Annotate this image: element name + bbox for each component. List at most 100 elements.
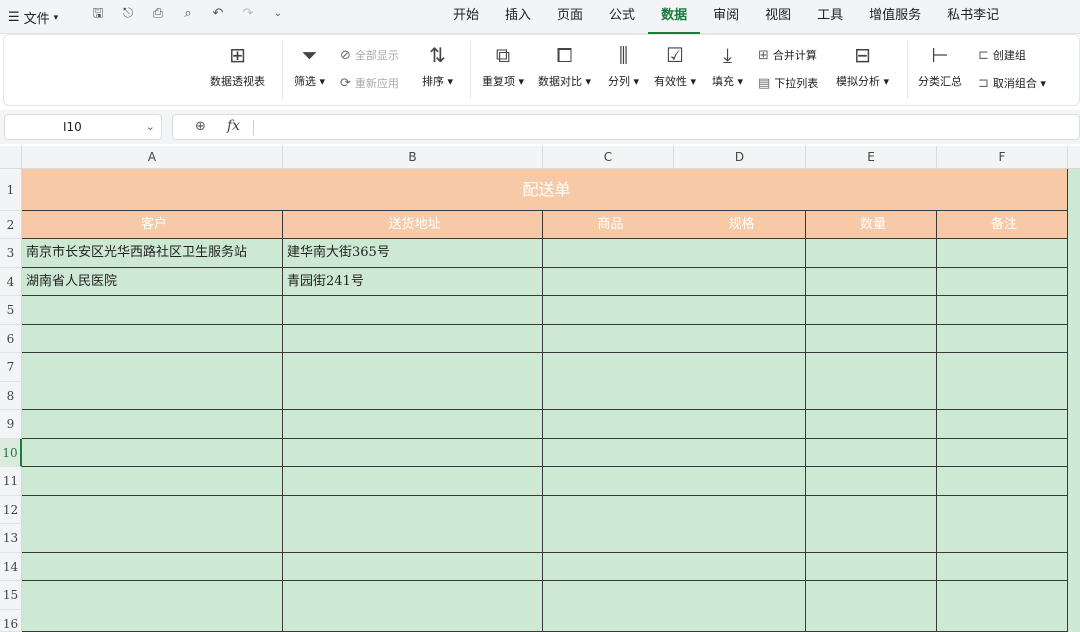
name-box[interactable]: I10 ⌄ (4, 114, 162, 140)
tab-page[interactable]: 页面 (544, 0, 596, 34)
cell-note[interactable] (937, 353, 1068, 410)
cell-product[interactable] (543, 439, 806, 467)
column-header-f[interactable]: F (937, 146, 1068, 169)
cell-address[interactable] (283, 467, 543, 496)
cell-customer[interactable] (22, 467, 283, 496)
cell-qty[interactable] (806, 439, 937, 467)
more-icon[interactable]: ⌄ (270, 6, 286, 22)
column-header-d[interactable]: D (674, 146, 806, 169)
column-header-b[interactable]: B (283, 146, 543, 169)
cell-address[interactable]: 青园街241号 (283, 268, 543, 296)
pivot-table-button[interactable]: ⊞ 数据透视表 (210, 43, 265, 89)
cell-product[interactable] (543, 410, 806, 439)
cell-note[interactable] (937, 239, 1068, 268)
file-menu[interactable]: ☰ 文件 ▾ (8, 8, 58, 27)
cell-product[interactable] (543, 553, 806, 581)
column-header-g[interactable] (1068, 146, 1080, 169)
cell-qty[interactable] (806, 239, 937, 268)
tab-view[interactable]: 视图 (752, 0, 804, 34)
cell-product[interactable] (543, 581, 806, 632)
row-header-13[interactable]: 13 (0, 524, 22, 553)
cell-address[interactable] (283, 353, 543, 410)
subtotal-button[interactable]: ⊢ 分类汇总 (918, 43, 962, 89)
compare-button[interactable]: ⧠ 数据对比 ▾ (538, 43, 591, 89)
cell-customer[interactable] (22, 410, 283, 439)
consolidate-button[interactable]: ⊞ 合并计算 (758, 47, 817, 63)
column-header-e[interactable]: E (806, 146, 937, 169)
header-customer[interactable]: 客户 (22, 211, 283, 239)
cell-qty[interactable] (806, 325, 937, 353)
cell-customer[interactable] (22, 496, 283, 553)
cell-product[interactable] (543, 496, 806, 553)
cell-note[interactable] (937, 296, 1068, 325)
print-preview-icon[interactable]: ⌕ (180, 6, 196, 22)
header-address[interactable]: 送货地址 (283, 211, 543, 239)
cell-product[interactable] (543, 467, 806, 496)
cell-customer[interactable] (22, 553, 283, 581)
function-icon[interactable]: fx (227, 118, 240, 134)
print-icon[interactable]: ⎙ (150, 6, 166, 22)
cell-product[interactable] (543, 239, 806, 268)
tab-formula[interactable]: 公式 (596, 0, 648, 34)
split-column-button[interactable]: ⫼ 分列 ▾ (608, 43, 639, 89)
cell-qty[interactable] (806, 268, 937, 296)
cell-customer[interactable]: 湖南省人民医院 (22, 268, 283, 296)
select-all-corner[interactable] (0, 146, 22, 169)
validity-button[interactable]: ☑ 有效性 ▾ (654, 43, 696, 89)
cell-qty[interactable] (806, 467, 937, 496)
cell-note[interactable] (937, 410, 1068, 439)
row-header-16[interactable]: 16 (0, 610, 22, 632)
cell-product[interactable] (543, 268, 806, 296)
cell-qty[interactable] (806, 496, 937, 553)
duplicates-button[interactable]: ⧉ 重复项 ▾ (482, 43, 524, 89)
row-header-15[interactable]: 15 (0, 581, 22, 610)
show-all-button[interactable]: ⊘ 全部显示 (340, 47, 399, 63)
row-header-1[interactable]: 1 (0, 169, 22, 211)
header-note[interactable]: 备注 (937, 211, 1068, 239)
cell-qty[interactable] (806, 553, 937, 581)
fill-button[interactable]: ⤓ 填充 ▾ (712, 43, 743, 89)
tab-home[interactable]: 开始 (440, 0, 492, 34)
row-header-10[interactable]: 10 (0, 439, 22, 467)
cell-address[interactable] (283, 581, 543, 632)
create-group-button[interactable]: ⊏ 创建组 (978, 47, 1026, 63)
row-header-7[interactable]: 7 (0, 353, 22, 382)
cell-address[interactable] (283, 553, 543, 581)
cell-address[interactable] (283, 410, 543, 439)
header-product[interactable]: 商品 (543, 211, 674, 239)
cell-customer[interactable]: 南京市长安区光华西路社区卫生服务站 (22, 239, 283, 268)
row-header-8[interactable]: 8 (0, 382, 22, 410)
cell-note[interactable] (937, 439, 1068, 467)
cell-qty[interactable] (806, 581, 937, 632)
cell-customer[interactable] (22, 325, 283, 353)
zoom-icon[interactable]: ⊕ (195, 119, 206, 134)
header-spec[interactable]: 规格 (674, 211, 806, 239)
row-header-9[interactable]: 9 (0, 410, 22, 439)
cell-qty[interactable] (806, 353, 937, 410)
tab-tools[interactable]: 工具 (804, 0, 856, 34)
tab-data[interactable]: 数据 (648, 0, 701, 34)
row-header-3[interactable]: 3 (0, 239, 22, 268)
dropdown-list-button[interactable]: ▤ 下拉列表 (758, 75, 818, 91)
title-cell[interactable]: 配送单 (22, 169, 1068, 211)
sort-button[interactable]: ⇅ 排序 ▾ (422, 43, 453, 89)
cell-note[interactable] (937, 325, 1068, 353)
cell-note[interactable] (937, 553, 1068, 581)
cell-note[interactable] (937, 581, 1068, 632)
column-header-a[interactable]: A (22, 146, 283, 169)
redo-icon[interactable]: ↷ (240, 6, 256, 22)
ungroup-button[interactable]: ⊐ 取消组合 ▾ (978, 75, 1046, 91)
cell-address[interactable]: 建华南大街365号 (283, 239, 543, 268)
tab-insert[interactable]: 插入 (492, 0, 544, 34)
tab-value-added[interactable]: 增值服务 (856, 0, 934, 34)
cell-product[interactable] (543, 296, 806, 325)
cell-address[interactable] (283, 296, 543, 325)
row-header-2[interactable]: 2 (0, 211, 22, 239)
row-header-5[interactable]: 5 (0, 296, 22, 325)
cell-address[interactable] (283, 496, 543, 553)
column-header-c[interactable]: C (543, 146, 674, 169)
row-header-11[interactable]: 11 (0, 467, 22, 496)
cell-customer[interactable] (22, 353, 283, 410)
header-quantity[interactable]: 数量 (806, 211, 937, 239)
tab-private[interactable]: 私书李记 (934, 0, 1012, 34)
